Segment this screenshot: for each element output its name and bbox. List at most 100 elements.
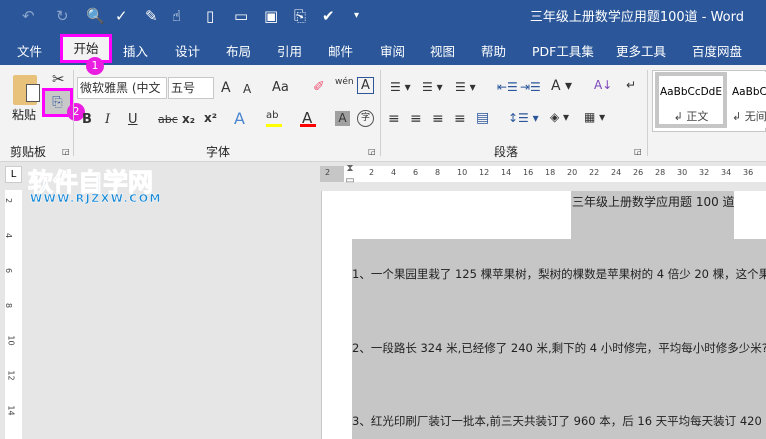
align-left-icon[interactable]: ≡ [388,111,400,127]
step-badge-1: 1 [86,57,104,75]
text-effects-icon[interactable]: A [234,109,245,128]
paste-button[interactable]: 粘贴 [12,106,36,123]
paragraph-group-label: 段落 [494,145,519,159]
font-dialog-launcher-icon[interactable]: ◲ [368,147,376,156]
title-bar: ↶ ↻ 🔍 ✓ ✎ ☝ ▯ ▭ ▣ ⎘ ✔ ▾ 三年级上册数学应用题100道 -… [0,0,766,33]
font-size-combo[interactable]: 五号 [168,77,214,99]
enclose-chars-button[interactable]: 字 [357,110,374,127]
align-center-icon[interactable]: ≡ [410,111,422,127]
vruler-tick-label: 8 [4,302,14,309]
ruler-tick-label: 28 [655,168,666,177]
change-case-button[interactable]: Aa [272,80,289,95]
ruler-tick-label: 34 [721,168,732,177]
tab-references[interactable]: 引用 [277,41,302,60]
sort-icon[interactable]: A↓ [594,78,612,92]
open-icon[interactable]: ▭ [234,7,248,25]
italic-button[interactable]: I [105,112,110,127]
ruler-tick-label: 26 [633,168,644,177]
document-title-text: 三年级上册数学应用题 100 道 [572,195,735,209]
customize-icon[interactable]: ▾ [354,10,359,21]
ruler-tick-label: 10 [457,168,468,177]
phonetic-guide-button[interactable]: wén [335,77,354,87]
strikethrough-button[interactable]: abc [158,113,178,126]
bullets-icon[interactable]: ☰ ▾ [390,80,411,94]
tab-baidu-netdisk[interactable]: 百度网盘 [692,41,742,60]
document-line: 1、一个果园里栽了 125 棵苹果树，梨树的棵数是苹果树的 4 倍少 20 棵，… [352,267,766,281]
underline-button[interactable]: U [128,112,138,127]
print-preview-icon[interactable]: 🔍 [86,7,105,25]
redo-icon[interactable]: ↻ [56,7,69,25]
document-line: 3、红光印刷厂装订一批本,前三天共装订了 960 本，后 16 天平均每天装订 … [352,414,766,428]
share-icon[interactable]: ✔ [322,7,335,25]
tab-pdf-tools[interactable]: PDF工具集 [532,41,594,60]
grow-font-button[interactable]: A [221,80,231,96]
font-name-combo[interactable]: 微软雅黑 (中文 [77,77,167,99]
tab-review[interactable]: 审阅 [380,41,405,60]
subscript-button[interactable]: x₂ [182,112,195,126]
numbering-icon[interactable]: ☰ ▾ [422,80,443,94]
vertical-ruler[interactable] [5,190,22,439]
shading-icon[interactable]: ◈ ▾ [550,110,569,124]
ruler-tick-label: 32 [699,168,710,177]
multilevel-list-icon[interactable]: ☰ ▾ [455,80,476,94]
distribute-icon[interactable]: ▤ [476,110,489,126]
ruler-tick-label: 22 [589,168,600,177]
highlight-button[interactable]: ab [266,110,282,125]
new-icon[interactable]: ▯ [206,7,214,25]
text-direction-icon[interactable]: A ▾ [551,78,572,94]
char-shading-button[interactable]: A [335,111,350,126]
show-marks-icon[interactable]: ↵ [626,78,636,92]
style-normal[interactable]: AaBbCcDdE ↲ 正文 [655,72,727,128]
tab-help[interactable]: 帮助 [481,41,506,60]
clear-format-icon[interactable]: ✐ [313,79,325,95]
watermark-url: WWW.RJZXW.COM [30,192,162,206]
tab-layout[interactable]: 布局 [226,41,251,60]
vruler-tick-label: 6 [4,267,14,274]
tab-home[interactable]: 开始 [60,34,112,63]
line-spacing-icon[interactable]: ↕☰ ▾ [508,111,539,125]
undo-icon[interactable]: ↶ [22,7,35,25]
tab-more-tools[interactable]: 更多工具 [616,41,666,60]
ribbon-tabs: 文件 插入 设计 布局 引用 邮件 审阅 视图 帮助 PDF工具集 更多工具 百… [0,33,766,65]
attach-icon[interactable]: ⎘ [294,7,306,25]
decrease-indent-icon[interactable]: ⇤☰ [497,80,518,94]
ruler-tick-label: 8 [435,168,441,177]
vruler-tick-label: 12 [6,370,16,381]
tab-mailings[interactable]: 邮件 [328,41,353,60]
indent-marker-icon[interactable]: ⧗ ▭ [344,163,356,189]
tab-design[interactable]: 设计 [175,41,200,60]
tab-insert[interactable]: 插入 [123,41,148,60]
font-group-label: 字体 [206,145,231,159]
align-right-icon[interactable]: ≡ [432,111,444,127]
spelling-icon[interactable]: ✓ [115,7,128,25]
tab-file[interactable]: 文件 [17,41,42,60]
ruler-tick-label: 30 [677,168,688,177]
superscript-button[interactable]: x² [204,111,217,125]
ruler-tick-label: 20 [567,168,578,177]
style-no-spacing[interactable]: AaBbC ↲ 无间 [729,72,766,128]
ruler-tick-label: 4 [391,168,397,177]
clipboard-group-label: 剪贴板 [10,145,47,159]
document-title: 三年级上册数学应用题100道 - Word [529,10,744,25]
clipboard-dialog-launcher-icon[interactable]: ◲ [62,147,70,156]
tab-selector[interactable]: L [5,166,22,183]
edit-icon[interactable]: ✎ [145,7,158,25]
document-line: 2、一段路长 324 米,已经修了 240 米,剩下的 4 小时修完，平均每小时… [352,341,766,355]
bold-button[interactable]: B [82,112,92,127]
ruler-tick-label: 2 [369,168,375,177]
increase-indent-icon[interactable]: ⇥☰ [520,80,541,94]
ruler-tick-label: 14 [501,168,512,177]
shrink-font-button[interactable]: A [243,82,251,96]
justify-icon[interactable]: ≡ [454,111,466,127]
save-icon[interactable]: ▣ [264,7,278,25]
ruler-tick-label: 36 [743,168,754,177]
cut-icon[interactable]: ✂ [52,70,65,88]
document-page[interactable]: 三年级上册数学应用题 100 道 1、一个果园里栽了 125 棵苹果树，梨树的棵… [321,191,766,439]
borders-icon[interactable]: ▦ ▾ [584,110,605,124]
touch-mode-icon[interactable]: ☝ [172,7,181,25]
ruler-tick-label: 16 [523,168,534,177]
tab-view[interactable]: 视图 [430,41,455,60]
paragraph-dialog-launcher-icon[interactable]: ◲ [634,147,642,156]
ruler-tick-label: 6 [413,168,419,177]
char-border-button[interactable]: A [357,77,374,94]
